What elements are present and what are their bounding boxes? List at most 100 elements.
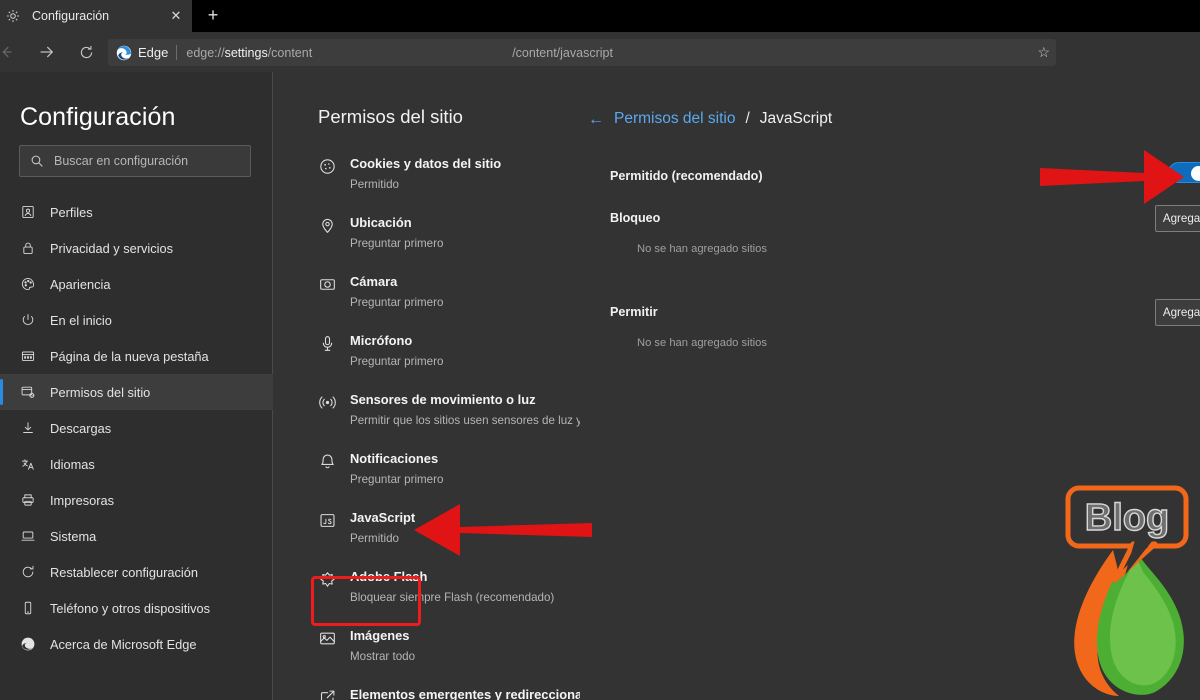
settings-sidebar: Configuración PerfilesPrivacidad y servi…: [0, 72, 273, 700]
back-icon[interactable]: [0, 32, 26, 72]
permission-name: Elementos emergentes y redireccionamie: [350, 687, 580, 700]
search-settings-box[interactable]: [19, 145, 251, 177]
javascript-allowed-toggle[interactable]: [1168, 162, 1200, 183]
url-bold: settings: [225, 46, 268, 60]
permission-item-ubicaci-n[interactable]: UbicaciónPreguntar primero: [273, 207, 580, 266]
permission-name: Notificaciones: [350, 451, 438, 466]
permission-item-adobe-flash[interactable]: Adobe FlashBloquear siempre Flash (recom…: [273, 561, 580, 620]
reload-icon[interactable]: [66, 32, 106, 72]
permission-item-elementos-emergentes-y-redireccionamie[interactable]: Elementos emergentes y redireccionamie: [273, 679, 580, 700]
sidebar-item-label: Restablecer configuración: [50, 565, 198, 580]
sidebar-item-restablecer-configuraci-n[interactable]: Restablecer configuración: [0, 554, 273, 590]
permission-status: Permitido: [350, 532, 415, 545]
javascript-icon: [318, 511, 337, 530]
settings-page: Configuración PerfilesPrivacidad y servi…: [0, 72, 1200, 700]
download-icon: [19, 420, 36, 436]
cookie-icon: [318, 157, 337, 176]
permission-name: JavaScript: [350, 510, 415, 525]
block-empty-text: No se han agregado sitios: [637, 243, 1200, 255]
address-bar[interactable]: Edge edge://settings/content /content/ja…: [108, 39, 1056, 66]
sidebar-item-apariencia[interactable]: Apariencia: [0, 266, 273, 302]
newtab-page-icon: [19, 348, 36, 364]
permission-item-sensores-de-movimiento-o-luz[interactable]: Sensores de movimiento o luz Permitir que…: [273, 384, 580, 443]
permission-item-im-genes[interactable]: Imágenes Mostrar todo: [273, 620, 580, 679]
sidebar-item-permisos-del-sitio[interactable]: Permisos del sitio: [0, 374, 273, 410]
edge-logo-icon: [19, 636, 36, 652]
new-tab-button[interactable]: +: [200, 4, 226, 28]
sidebar-item-sistema[interactable]: Sistema: [0, 518, 273, 554]
edge-brand-label: Edge: [138, 45, 168, 60]
tab-configuracion[interactable]: Configuración ✕: [0, 0, 192, 32]
microphone-icon: [318, 334, 337, 353]
permission-item-c-mara[interactable]: Cámara Preguntar primero: [273, 266, 580, 325]
tab-title: Configuración: [32, 9, 160, 23]
permission-status: Preguntar primero: [350, 473, 443, 486]
bell-icon: [318, 452, 337, 471]
browser-window: Configuración ✕ +: [0, 0, 1200, 700]
permission-item-notificaciones[interactable]: Notificaciones Preguntar primero: [273, 443, 580, 502]
address-bar-url-continuation: /content/javascript: [512, 46, 613, 60]
sidebar-item-label: Sistema: [50, 529, 96, 544]
sidebar-item-label: En el inicio: [50, 313, 112, 328]
sidebar-item-label: Descargas: [50, 421, 111, 436]
sidebar-item-perfiles[interactable]: Perfiles: [0, 194, 273, 230]
edge-logo-icon: [116, 45, 132, 61]
sidebar-item-en-el-inicio[interactable]: En el inicio: [0, 302, 273, 338]
permission-item-javascript[interactable]: JavaScript Permitido: [273, 502, 580, 561]
lock-icon: [19, 240, 36, 256]
url-prefix: edge://: [186, 46, 224, 60]
allow-add-button[interactable]: Agregar: [1155, 299, 1200, 326]
settings-gear-icon: [6, 9, 20, 23]
sidebar-item-label: Impresoras: [50, 493, 114, 508]
allowed-row: Permitido (recomendado): [610, 162, 1200, 190]
phone-icon: [19, 600, 36, 616]
permission-name: Cookies y datos del sitio: [350, 156, 501, 171]
close-icon[interactable]: ✕: [168, 8, 184, 24]
sidebar-item-descargas[interactable]: Descargas: [0, 410, 273, 446]
profile-icon: [19, 204, 36, 220]
block-add-button[interactable]: Agregar: [1155, 205, 1200, 232]
palette-icon: [19, 276, 36, 292]
toggle-knob: [1191, 166, 1200, 181]
breadcrumb-current: JavaScript: [760, 110, 832, 128]
sidebar-item-idiomas[interactable]: Idiomas: [0, 446, 273, 482]
address-bar-actions: ☆: [1037, 39, 1050, 66]
reset-icon: [19, 564, 36, 580]
navigation-bar: Edge edge://settings/content /content/ja…: [0, 32, 1200, 72]
sidebar-item-impresoras[interactable]: Impresoras: [0, 482, 273, 518]
sidebar-item-acerca-de-microsoft-edge[interactable]: Acerca de Microsoft Edge: [0, 626, 273, 662]
permission-name: Cámara: [350, 274, 397, 289]
permission-status: Preguntar primero: [350, 296, 443, 309]
bookmark-star-icon[interactable]: ☆: [1037, 44, 1050, 61]
permission-status: Bloquear siempre Flash (recomendado): [350, 591, 554, 604]
tab-strip: Configuración ✕ +: [0, 0, 1200, 32]
edge-brand-badge: Edge: [116, 45, 168, 61]
forward-icon[interactable]: [26, 32, 66, 72]
sidebar-item-tel-fono-y-otros-dispositivos[interactable]: Teléfono y otros dispositivos: [0, 590, 273, 626]
breadcrumb-parent-link[interactable]: Permisos del sitio: [614, 110, 735, 128]
allow-empty-text: No se han agregado sitios: [637, 337, 1200, 349]
back-arrow-icon[interactable]: ←: [588, 111, 604, 129]
search-icon: [30, 154, 44, 168]
search-input[interactable]: [54, 154, 240, 168]
image-icon: [318, 629, 337, 648]
permission-item-cookies-y-datos-del-sitio[interactable]: Cookies y datos del sitioPermitido: [273, 148, 580, 207]
location-pin-icon: [318, 216, 337, 235]
permission-name: Imágenes: [350, 628, 409, 643]
permission-item-micr-fono[interactable]: MicrófonoPreguntar primero: [273, 325, 580, 384]
permission-name: Ubicación: [350, 215, 412, 230]
sidebar-item-p-gina-de-la-nueva-pesta-a[interactable]: Página de la nueva pestaña: [0, 338, 273, 374]
allow-label: Permitir: [610, 305, 658, 319]
sidebar-item-label: Perfiles: [50, 205, 93, 220]
permission-status: Permitir que los sitios usen sensores de…: [350, 414, 580, 427]
breadcrumb: ← Permisos del sitio / JavaScript: [588, 110, 832, 128]
permission-name: Sensores de movimiento o luz: [350, 392, 536, 407]
sidebar-item-privacidad-y-servicios[interactable]: Privacidad y servicios: [0, 230, 273, 266]
permission-status: Preguntar primero: [350, 355, 443, 368]
sidebar-item-label: Página de la nueva pestaña: [50, 349, 209, 364]
permission-status: Mostrar todo: [350, 650, 415, 663]
sidebar-nav-list: Perfiles Privacidad y serviciosApariencia…: [0, 194, 273, 662]
address-bar-url: edge://settings/content: [186, 46, 312, 60]
power-icon: [19, 312, 36, 328]
allow-row: Permitir Agregar: [610, 299, 1200, 325]
